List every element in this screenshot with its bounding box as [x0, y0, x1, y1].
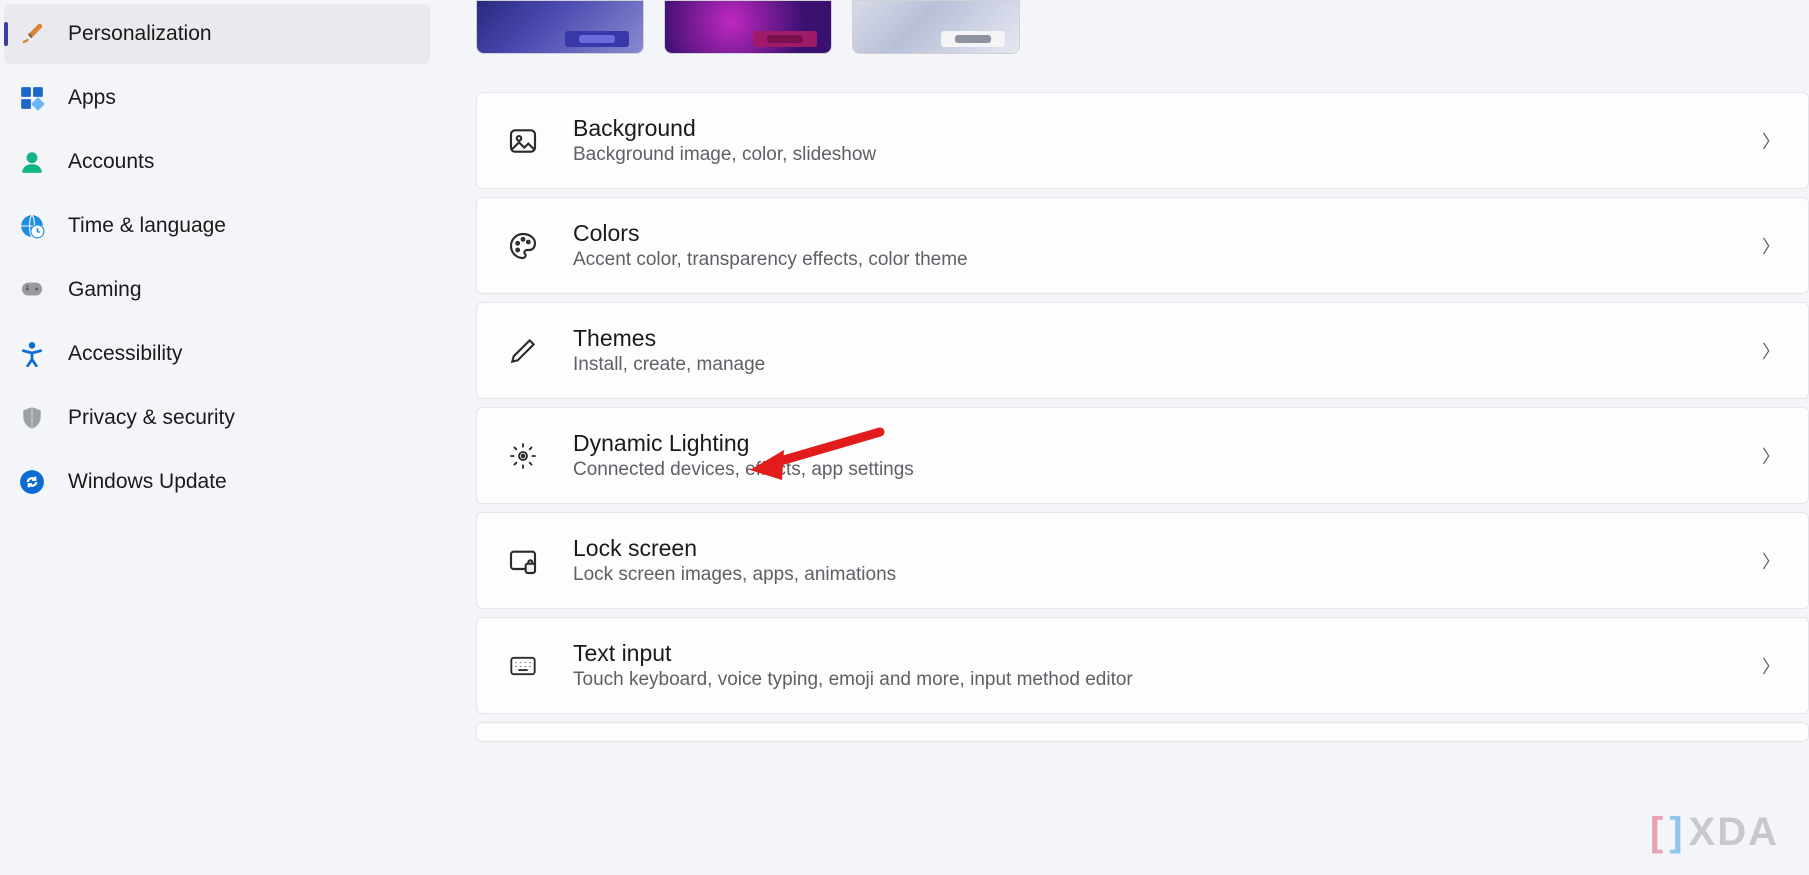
chevron-right-icon: 〉 — [1762, 128, 1780, 154]
settings-card-colors[interactable]: Colors Accent color, transparency effect… — [476, 197, 1809, 294]
sidebar-item-label: Privacy & security — [68, 406, 235, 430]
accessibility-icon — [18, 340, 46, 368]
sidebar-item-personalization[interactable]: Personalization — [4, 4, 430, 64]
sidebar-item-privacy-security[interactable]: Privacy & security — [4, 388, 430, 448]
person-icon — [18, 148, 46, 176]
shield-icon — [18, 404, 46, 432]
pen-icon — [505, 333, 541, 369]
theme-thumbnail[interactable] — [852, 0, 1020, 54]
card-title: Dynamic Lighting — [573, 430, 1750, 457]
settings-card-background[interactable]: Background Background image, color, slid… — [476, 92, 1809, 189]
card-description: Install, create, manage — [573, 354, 1750, 376]
chevron-right-icon: 〉 — [1762, 338, 1780, 364]
theme-thumbnail[interactable] — [664, 0, 832, 54]
card-title: Background — [573, 115, 1750, 142]
chevron-right-icon: 〉 — [1762, 443, 1780, 469]
gamepad-icon — [18, 276, 46, 304]
sidebar-item-apps[interactable]: Apps — [4, 68, 430, 128]
sidebar-item-label: Time & language — [68, 214, 226, 238]
sparkle-icon — [505, 438, 541, 474]
chevron-right-icon: 〉 — [1762, 548, 1780, 574]
settings-sidebar: Personalization Apps Accounts Time & lan… — [0, 0, 440, 875]
settings-card-themes[interactable]: Themes Install, create, manage 〉 — [476, 302, 1809, 399]
keyboard-icon — [505, 648, 541, 684]
sidebar-item-gaming[interactable]: Gaming — [4, 260, 430, 320]
settings-card-text-input[interactable]: Text input Touch keyboard, voice typing,… — [476, 617, 1809, 714]
card-description: Lock screen images, apps, animations — [573, 564, 1750, 586]
settings-card-dynamic-lighting[interactable]: Dynamic Lighting Connected devices, effe… — [476, 407, 1809, 504]
picture-icon — [505, 123, 541, 159]
sidebar-item-label: Windows Update — [68, 470, 227, 494]
card-title: Lock screen — [573, 535, 1750, 562]
theme-thumbnails-row — [476, 0, 1809, 54]
brush-icon — [18, 20, 46, 48]
settings-card-partial[interactable] — [476, 722, 1809, 742]
settings-content: Background Background image, color, slid… — [440, 0, 1809, 875]
card-description: Connected devices, effects, app settings — [573, 459, 1750, 481]
globe-clock-icon — [18, 212, 46, 240]
chevron-right-icon: 〉 — [1762, 233, 1780, 259]
apps-icon — [18, 84, 46, 112]
lockscreen-icon — [505, 543, 541, 579]
card-title: Themes — [573, 325, 1750, 352]
sidebar-item-label: Accounts — [68, 150, 154, 174]
sidebar-item-label: Gaming — [68, 278, 142, 302]
card-description: Background image, color, slideshow — [573, 144, 1750, 166]
sidebar-item-time-language[interactable]: Time & language — [4, 196, 430, 256]
sidebar-item-accessibility[interactable]: Accessibility — [4, 324, 430, 384]
card-title: Colors — [573, 220, 1750, 247]
theme-thumbnail[interactable] — [476, 0, 644, 54]
sidebar-item-label: Apps — [68, 86, 116, 110]
settings-card-lock-screen[interactable]: Lock screen Lock screen images, apps, an… — [476, 512, 1809, 609]
card-title: Text input — [573, 640, 1750, 667]
update-sync-icon — [18, 468, 46, 496]
sidebar-item-label: Personalization — [68, 22, 212, 46]
sidebar-item-accounts[interactable]: Accounts — [4, 132, 430, 192]
chevron-right-icon: 〉 — [1762, 653, 1780, 679]
sidebar-item-windows-update[interactable]: Windows Update — [4, 452, 430, 512]
palette-icon — [505, 228, 541, 264]
card-description: Accent color, transparency effects, colo… — [573, 249, 1750, 271]
sidebar-item-label: Accessibility — [68, 342, 182, 366]
card-description: Touch keyboard, voice typing, emoji and … — [573, 669, 1750, 691]
